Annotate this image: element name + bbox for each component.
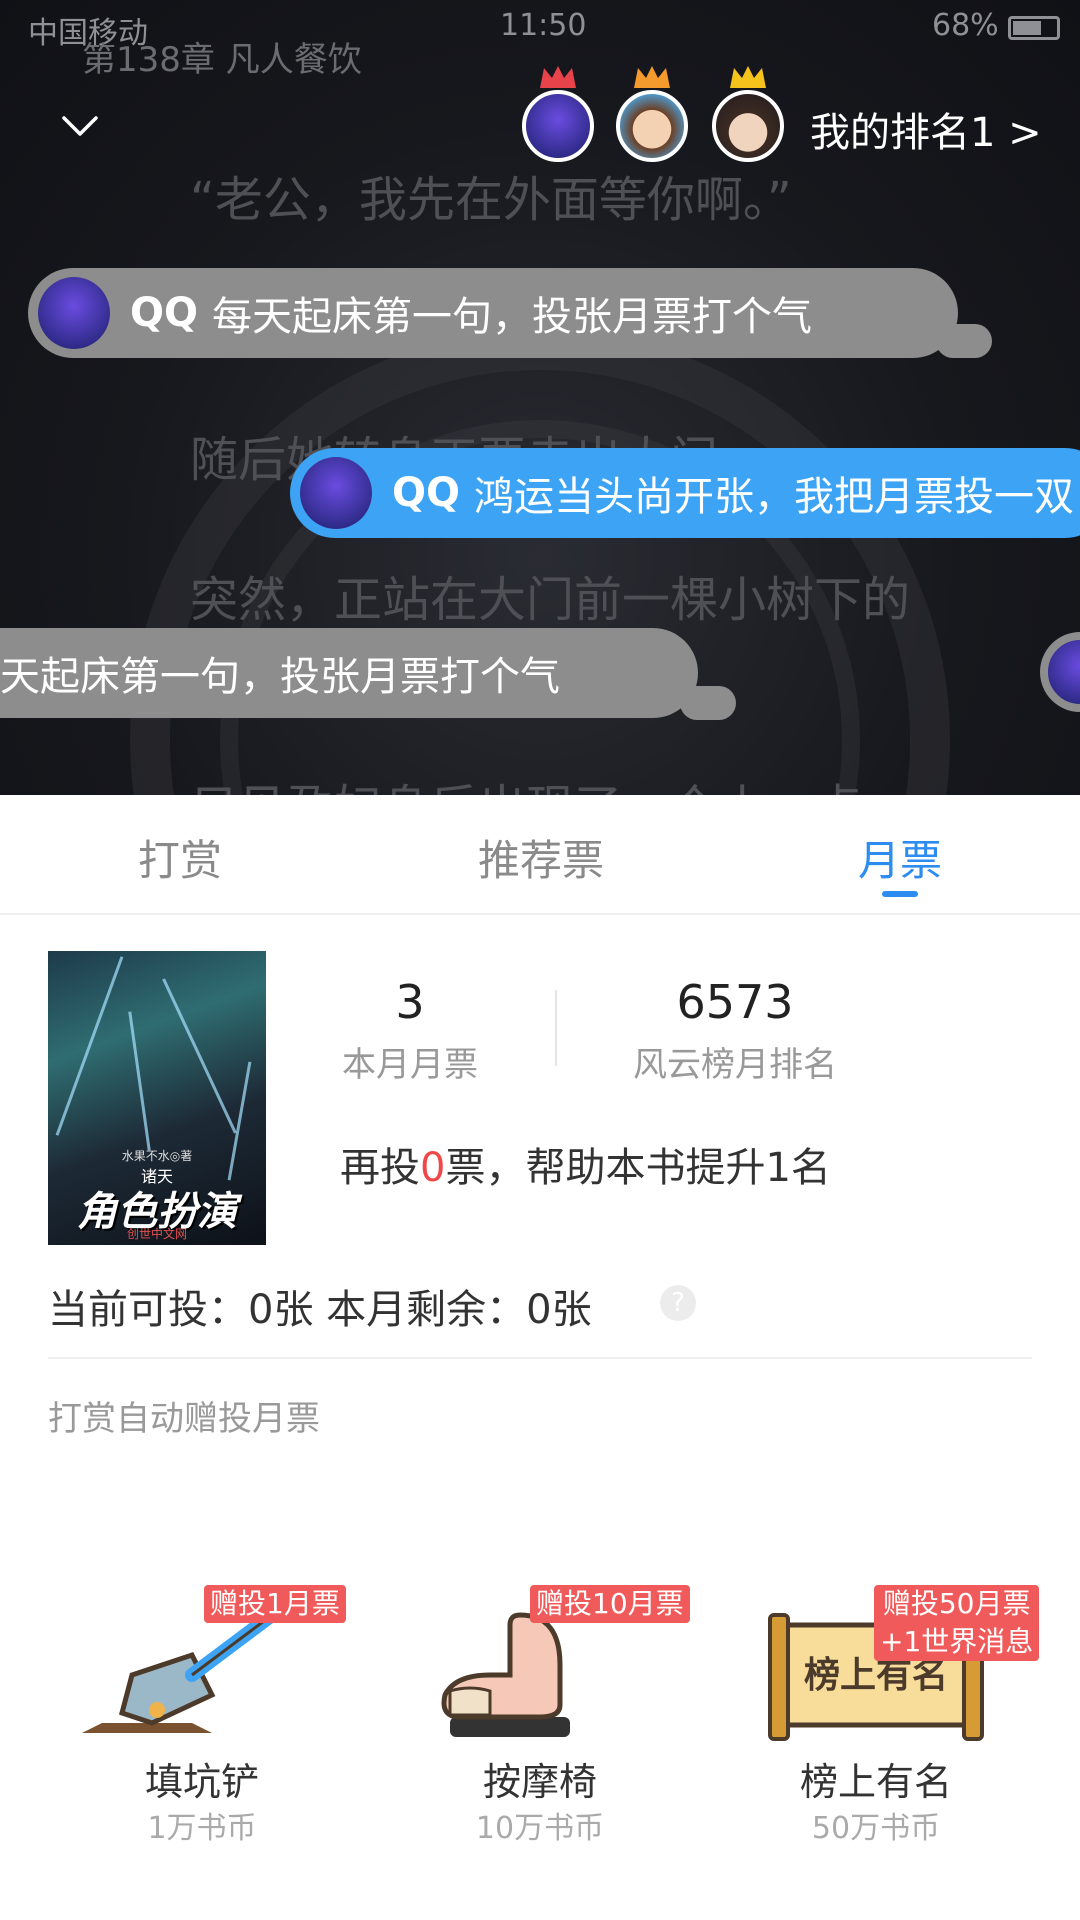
danmaku-user: QQ: [392, 470, 461, 516]
rank-avatar-3[interactable]: [712, 90, 784, 162]
help-icon[interactable]: ?: [660, 1285, 696, 1321]
gift-name: 填坑铲: [144, 1760, 259, 1804]
danmaku-text: 每天起床第一句，投张月票打个气: [212, 294, 813, 340]
gift-name: 榜上有名: [799, 1760, 952, 1804]
crown-icon: [730, 66, 766, 88]
danmaku-avatar: [300, 457, 372, 529]
stat-divider: [555, 990, 557, 1066]
reader-line: 只见孕妇身后出现了一个小一点: [190, 768, 862, 795]
danmaku-bubble: QQ 每天起床第一句，投张月票打个气: [28, 268, 958, 358]
bubble-tail: [936, 324, 992, 358]
battery-percent: 68%: [932, 8, 999, 43]
clock: 11:50: [500, 8, 587, 43]
reader-line: “老公，我先在外面等你啊。”: [190, 172, 792, 228]
boost-suffix: 票，帮助本书提升1名: [445, 1145, 831, 1191]
danmaku-avatar: [1040, 632, 1080, 712]
monthly-votes-value: 3: [395, 975, 425, 1029]
boost-hint: 再投0票，帮助本书提升1名: [340, 1135, 831, 1193]
book-cover[interactable]: 水果不水◎著 诸天 角色扮演 创世中文网: [48, 951, 266, 1245]
tab-monthly-ticket[interactable]: 月票: [858, 827, 942, 888]
collapse-chevron-icon[interactable]: [60, 106, 100, 146]
gift-badge: 赠投1月票: [204, 1585, 346, 1623]
vote-sheet: 打赏 推荐票 月票 水果不水◎著 诸天 角色扮演 创世中文网 3 本月月票 65…: [0, 795, 1080, 1920]
auto-vote-note: 打赏自动赠投月票: [48, 1399, 320, 1439]
rank-stat: 6573 风云榜月排名: [615, 975, 855, 1086]
gift-on-list[interactable]: 榜上有名 赠投50月票 +1世界消息 榜上有名 50万书币: [746, 1585, 1040, 1885]
boost-count: 0: [420, 1145, 446, 1191]
scroll-text: 榜上有名: [804, 1655, 948, 1696]
rank-label: 风云榜月排名: [633, 1045, 837, 1085]
gift-badge-line1: 赠投50月票: [882, 1587, 1031, 1620]
tab-recommend-ticket[interactable]: 推荐票: [478, 827, 604, 888]
tab-reward[interactable]: 打赏: [138, 827, 222, 888]
chapter-title: 第138章 凡人餐饮: [82, 40, 362, 80]
monthly-votes-label: 本月月票: [342, 1045, 478, 1085]
cover-author: 水果不水◎著: [121, 1149, 193, 1163]
danmaku-text: 天起床第一句，投张月票打个气: [0, 654, 560, 700]
bubble-tail: [680, 686, 736, 720]
danmaku-text: 鸿运当头尚开张，我把月票投一双: [474, 474, 1075, 520]
rank-avatar-1[interactable]: [522, 90, 594, 162]
shovel-icon: [82, 1608, 279, 1733]
crown-icon: [540, 66, 576, 88]
ticket-availability: 当前可投：0张 本月剩余：0张: [48, 1287, 592, 1333]
danmaku-avatar: [38, 277, 110, 349]
gift-badge-line2: +1世界消息: [880, 1625, 1034, 1658]
crown-icon: [634, 66, 670, 88]
reader-line: 突然，正站在大门前一棵小树下的: [190, 572, 911, 628]
my-rank-link[interactable]: 我的排名1 >: [810, 100, 1042, 158]
danmaku-user: QQ: [130, 290, 199, 336]
gift-name: 按摩椅: [482, 1760, 597, 1804]
gift-shovel[interactable]: 赠投1月票 填坑铲 1万书币: [72, 1585, 346, 1885]
gift-badge: 赠投50月票 +1世界消息: [874, 1585, 1040, 1661]
gift-price: 50万书币: [811, 1811, 941, 1846]
danmaku-bubble: 天起床第一句，投张月票打个气: [0, 628, 698, 718]
massage-chair-icon: [441, 1612, 570, 1737]
monthly-votes-stat: 3 本月月票: [320, 975, 500, 1086]
gift-massage-chair[interactable]: 赠投10月票 按摩椅 10万书币: [410, 1585, 690, 1885]
reader-background: 中国移动 11:50 68% 第138章 凡人餐饮 “老公，我先在外面等你啊。”…: [0, 0, 1080, 795]
tab-bar: 打赏 推荐票 月票: [0, 795, 1080, 915]
divider: [48, 1357, 1032, 1359]
gift-badge: 赠投10月票: [530, 1585, 690, 1623]
gift-price: 1万书币: [147, 1811, 257, 1846]
tab-indicator: [882, 891, 918, 897]
boost-prefix: 再投: [340, 1145, 420, 1191]
rank-avatar-2[interactable]: [616, 90, 688, 162]
cover-publisher: 创世中文网: [126, 1227, 187, 1241]
gift-price: 10万书币: [475, 1811, 605, 1846]
danmaku-bubble-highlight: QQ 鸿运当头尚开张，我把月票投一双: [290, 448, 1080, 538]
rank-value: 6573: [676, 975, 794, 1029]
battery-icon: [1008, 16, 1060, 40]
